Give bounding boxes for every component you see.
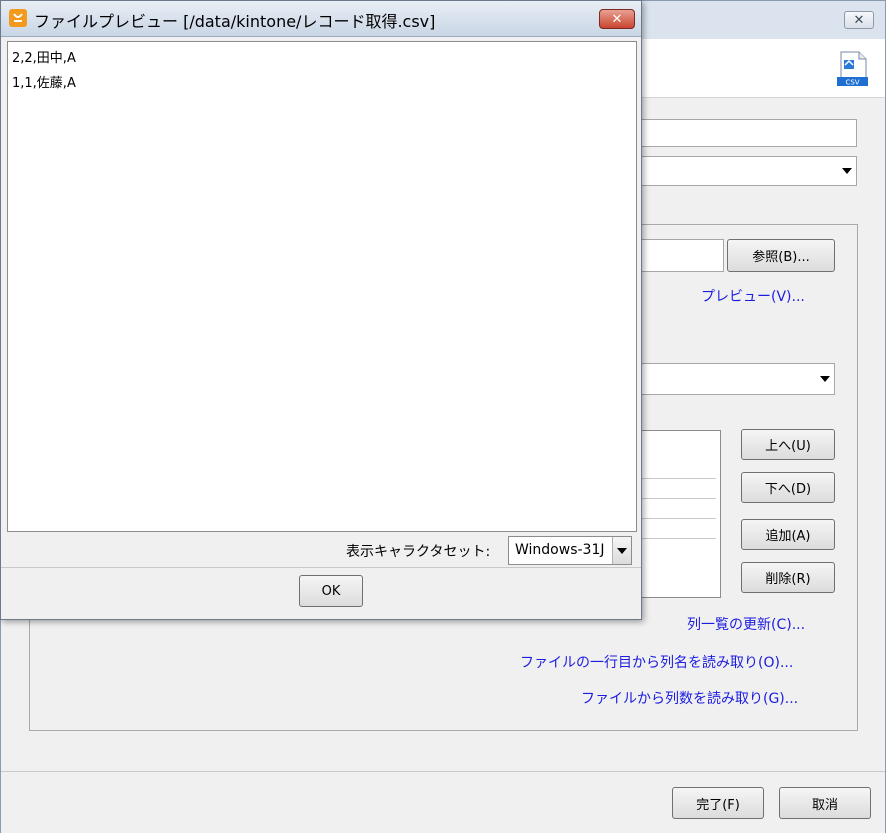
preview-line: 1,1,佐藤,A xyxy=(12,76,76,91)
preview-content-area[interactable]: 2,2,田中,A 1,1,佐藤,A xyxy=(7,41,637,532)
chevron-down-icon[interactable] xyxy=(612,537,631,564)
chevron-down-icon xyxy=(842,168,852,174)
move-up-button[interactable]: 上へ(U) xyxy=(741,429,835,460)
delete-button[interactable]: 削除(R) xyxy=(741,562,835,593)
csv-file-icon: CSV xyxy=(837,51,868,87)
charset-value: Windows-31J xyxy=(515,542,605,558)
preview-titlebar: ファイルプレビュー [/data/kintone/レコード取得.csv] ✕ xyxy=(1,1,641,37)
preview-footer-divider xyxy=(1,567,641,568)
app-logo-icon xyxy=(13,13,23,22)
csv-icon-label: CSV xyxy=(845,79,859,87)
name-field[interactable] xyxy=(637,119,857,147)
preview-close-button[interactable]: ✕ xyxy=(599,9,635,29)
browse-button[interactable]: 参照(B)... xyxy=(727,239,835,272)
finish-button[interactable]: 完了(F) xyxy=(672,787,764,819)
move-down-button[interactable]: 下へ(D) xyxy=(741,472,835,503)
app-icon xyxy=(9,9,27,27)
list-item[interactable] xyxy=(638,459,716,479)
preview-title: ファイルプレビュー [/data/kintone/レコード取得.csv] xyxy=(34,12,436,31)
charset-select[interactable] xyxy=(637,363,835,395)
connection-select[interactable] xyxy=(637,156,857,186)
column-list[interactable] xyxy=(637,430,721,598)
list-item[interactable] xyxy=(638,519,716,539)
read-column-names-link[interactable]: ファイルの一行目から列名を読み取り(O)... xyxy=(520,652,793,672)
read-column-count-link[interactable]: ファイルから列数を読み取り(G)... xyxy=(581,688,798,708)
charset-label: 表示キャラクタセット: xyxy=(346,544,491,560)
wizard-close-button[interactable]: ✕ xyxy=(844,11,874,29)
list-item[interactable] xyxy=(638,499,716,519)
ok-button[interactable]: OK xyxy=(299,575,363,607)
add-button[interactable]: 追加(A) xyxy=(741,519,835,550)
refresh-column-list-link[interactable]: 列一覧の更新(C)... xyxy=(687,614,805,634)
display-charset-select[interactable]: Windows-31J xyxy=(508,536,632,565)
preview-link[interactable]: プレビュー(V)... xyxy=(701,286,805,306)
chevron-down-icon xyxy=(820,376,830,382)
file-preview-dialog: ファイルプレビュー [/data/kintone/レコード取得.csv] ✕ 2… xyxy=(0,0,642,620)
preview-line: 2,2,田中,A xyxy=(12,51,76,66)
file-path-field[interactable] xyxy=(637,239,724,272)
cancel-button[interactable]: 取消 xyxy=(779,787,871,819)
footer-divider xyxy=(1,771,885,772)
list-item[interactable] xyxy=(638,479,716,499)
